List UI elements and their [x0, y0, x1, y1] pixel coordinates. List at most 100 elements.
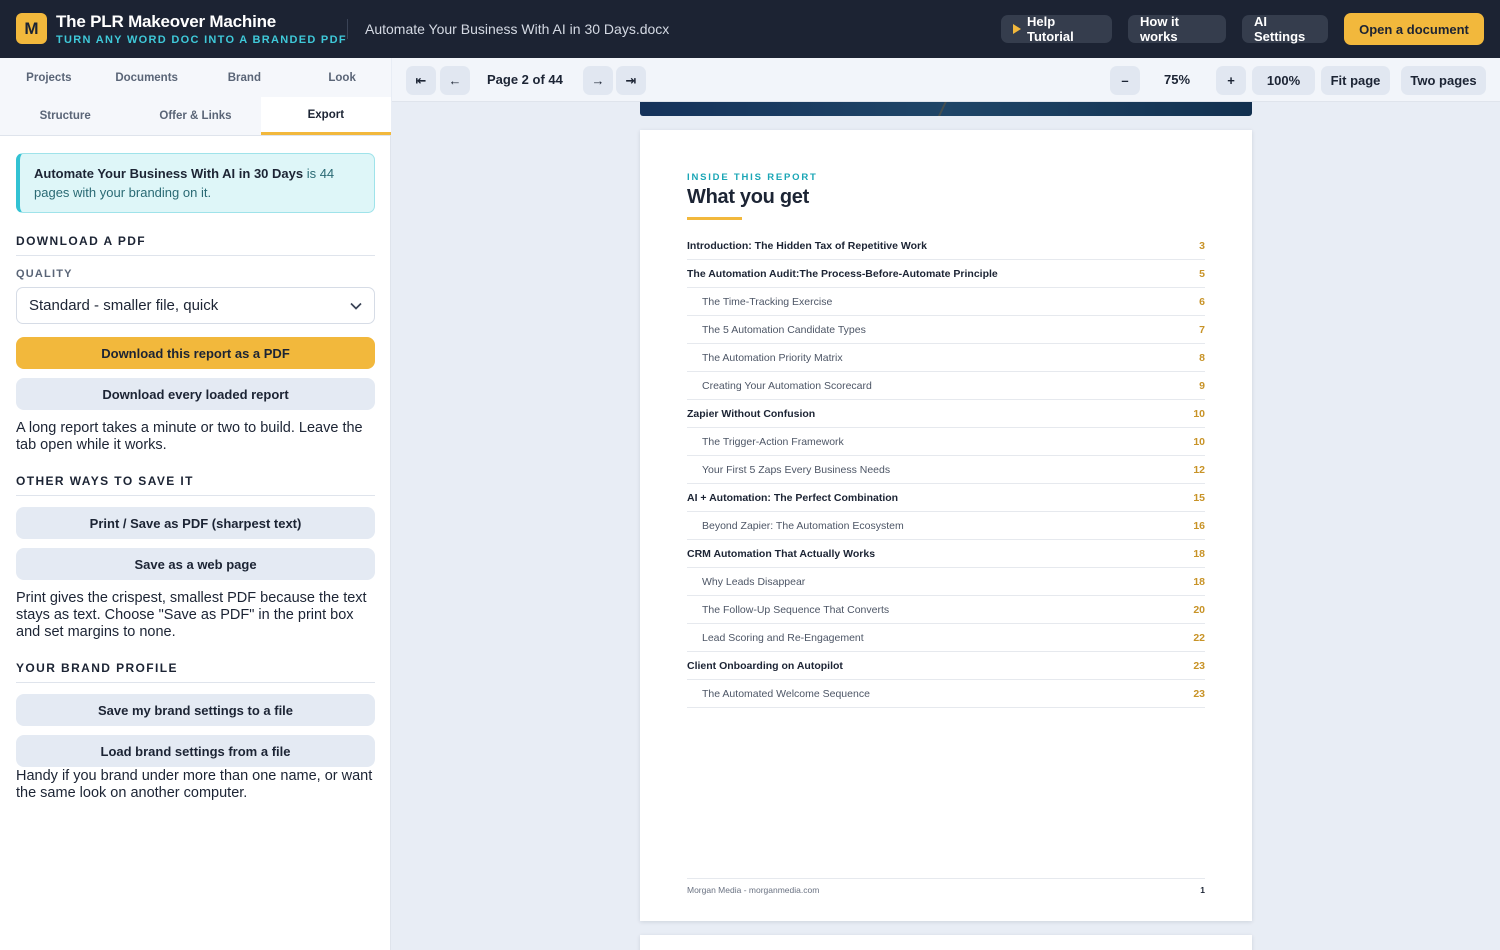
toc-page-number: 15	[1193, 491, 1205, 504]
footer-page-number: 1	[1200, 885, 1205, 895]
help-tutorial-button[interactable]: Help Tutorial	[1001, 14, 1112, 44]
save-web-page-button[interactable]: Save as a web page	[16, 548, 375, 580]
toc-row: The Automation Priority Matrix 8	[687, 344, 1205, 372]
toc-page-number: 5	[1199, 267, 1205, 280]
download-help-text: A long report takes a minute or two to b…	[16, 420, 363, 453]
title-divider	[347, 19, 348, 39]
top-bar: M The PLR Makeover Machine TURN ANY WORD…	[0, 0, 1500, 58]
toc-title: The Follow-Up Sequence That Converts	[702, 603, 890, 616]
toc-row: Your First 5 Zaps Every Business Needs 12	[687, 456, 1205, 484]
next-page-preview	[640, 935, 1252, 950]
open-document-button[interactable]: Open a document	[1344, 13, 1484, 45]
toc-page-number: 8	[1199, 351, 1205, 364]
next-page-button[interactable]: →	[583, 66, 613, 95]
quality-label: QUALITY	[16, 268, 73, 280]
toc-row: CRM Automation That Actually Works 18	[687, 540, 1205, 568]
brand-profile-heading: YOUR BRAND PROFILE	[16, 661, 375, 683]
toc-page-number: 20	[1193, 603, 1205, 616]
tab-row-2: Structure Offer & Links Export	[0, 97, 391, 136]
app-subtitle: TURN ANY WORD DOC INTO A BRANDED PDF	[56, 34, 347, 46]
toc-row: Beyond Zapier: The Automation Ecosystem 1…	[687, 512, 1205, 540]
app-logo: M	[16, 13, 47, 44]
brand-help-text: Handy if you brand under more than one n…	[16, 768, 373, 801]
sidebar: Projects Documents Brand Look Structure …	[0, 58, 391, 950]
toc-title: Beyond Zapier: The Automation Ecosystem	[702, 519, 904, 532]
toc-page-number: 18	[1193, 575, 1205, 588]
toc-title: The Trigger-Action Framework	[702, 435, 844, 448]
how-it-works-button[interactable]: How it works	[1128, 14, 1226, 44]
toc-title: CRM Automation That Actually Works	[687, 547, 876, 560]
help-tutorial-label: Help Tutorial	[1027, 14, 1074, 44]
toc-row: Creating Your Automation Scorecard 9	[687, 372, 1205, 400]
load-brand-button[interactable]: Load brand settings from a file	[16, 735, 375, 767]
toc-title: Why Leads Disappear	[702, 575, 806, 588]
toc-page-number: 6	[1199, 295, 1205, 308]
save-brand-button[interactable]: Save my brand settings to a file	[16, 694, 375, 726]
two-pages-button[interactable]: Two pages	[1401, 66, 1486, 95]
tab-brand[interactable]: Brand	[196, 58, 294, 97]
app-title: The PLR Makeover Machine	[56, 12, 277, 31]
toc-row: The Automation Audit:The Process-Before-…	[687, 260, 1205, 288]
toc-title: The 5 Automation Candidate Types	[702, 323, 866, 336]
first-page-button[interactable]: ⇤	[406, 66, 436, 95]
page-footer: Morgan Media - morganmedia.com 1	[687, 878, 1205, 895]
toc-title: Client Onboarding on Autopilot	[687, 659, 843, 672]
download-pdf-button[interactable]: Download this report as a PDF	[16, 337, 375, 369]
toc-row: The Follow-Up Sequence That Converts 20	[687, 596, 1205, 624]
page-eyebrow: INSIDE THIS REPORT	[687, 172, 818, 183]
zoom-100-button[interactable]: 100%	[1252, 66, 1315, 95]
toc-row: Client Onboarding on Autopilot 23	[687, 652, 1205, 680]
toc-row: The 5 Automation Candidate Types 7	[687, 316, 1205, 344]
toc-title: Your First 5 Zaps Every Business Needs	[702, 463, 891, 476]
tab-export[interactable]: Export	[260, 97, 391, 135]
toc-page-number: 23	[1193, 687, 1205, 700]
play-icon	[1013, 24, 1021, 34]
print-save-button[interactable]: Print / Save as PDF (sharpest text)	[16, 507, 375, 539]
toc-row: The Automated Welcome Sequence 23	[687, 680, 1205, 708]
toc-title: Zapier Without Confusion	[687, 407, 816, 420]
toc-row: Introduction: The Hidden Tax of Repetiti…	[687, 232, 1205, 260]
quality-select[interactable]: Standard - smaller file, quick	[16, 287, 375, 324]
prev-page-button[interactable]: ←	[440, 66, 470, 95]
toc-page-number: 3	[1199, 239, 1205, 252]
toc-page-number: 9	[1199, 379, 1205, 392]
page-heading: What you get	[687, 186, 809, 208]
fit-page-button[interactable]: Fit page	[1321, 66, 1390, 95]
toc-row: Why Leads Disappear 18	[687, 568, 1205, 596]
toc-row: Lead Scoring and Re-Engagement 22	[687, 624, 1205, 652]
toc-title: The Automation Audit:The Process-Before-…	[687, 267, 998, 280]
ai-settings-button[interactable]: AI Settings	[1242, 14, 1328, 44]
viewer-toolbar: ⇤ ← Page 2 of 44 → ⇥ – 75% + 100% Fit pa…	[392, 58, 1500, 102]
last-page-button[interactable]: ⇥	[616, 66, 646, 95]
tab-documents[interactable]: Documents	[98, 58, 196, 97]
toc-row: The Trigger-Action Framework 10	[687, 428, 1205, 456]
chevron-down-icon	[350, 302, 362, 310]
toc-page-number: 10	[1193, 435, 1205, 448]
tab-projects[interactable]: Projects	[0, 58, 98, 97]
notice-title: Automate Your Business With AI in 30 Day…	[34, 166, 304, 181]
print-help-text: Print gives the crispest, smallest PDF b…	[16, 590, 367, 640]
toc-title: AI + Automation: The Perfect Combination	[687, 491, 899, 504]
other-ways-heading: OTHER WAYS TO SAVE IT	[16, 474, 375, 496]
tab-look[interactable]: Look	[293, 58, 391, 97]
toc-title: Lead Scoring and Re-Engagement	[702, 631, 864, 644]
toc-title: Creating Your Automation Scorecard	[702, 379, 872, 392]
quality-value: Standard - smaller file, quick	[29, 297, 219, 314]
previous-page-preview	[640, 102, 1252, 116]
zoom-in-button[interactable]: +	[1216, 66, 1246, 95]
toc-page-number: 7	[1199, 323, 1205, 336]
tab-offer-links[interactable]: Offer & Links	[130, 97, 260, 135]
toc-page-number: 10	[1193, 407, 1205, 420]
toc-title: Introduction: The Hidden Tax of Repetiti…	[687, 239, 927, 252]
tab-row-1: Projects Documents Brand Look	[0, 58, 391, 97]
document-page: INSIDE THIS REPORT What you get Introduc…	[640, 130, 1252, 921]
table-of-contents: Introduction: The Hidden Tax of Repetiti…	[687, 232, 1205, 708]
tab-structure[interactable]: Structure	[0, 97, 130, 135]
download-all-button[interactable]: Download every loaded report	[16, 378, 375, 410]
toc-row: AI + Automation: The Perfect Combination…	[687, 484, 1205, 512]
zoom-out-button[interactable]: –	[1110, 66, 1140, 95]
download-pdf-heading: DOWNLOAD A PDF	[16, 234, 375, 256]
toc-page-number: 12	[1193, 463, 1205, 476]
toc-row: Zapier Without Confusion 10	[687, 400, 1205, 428]
page-indicator: Page 2 of 44	[487, 72, 563, 87]
